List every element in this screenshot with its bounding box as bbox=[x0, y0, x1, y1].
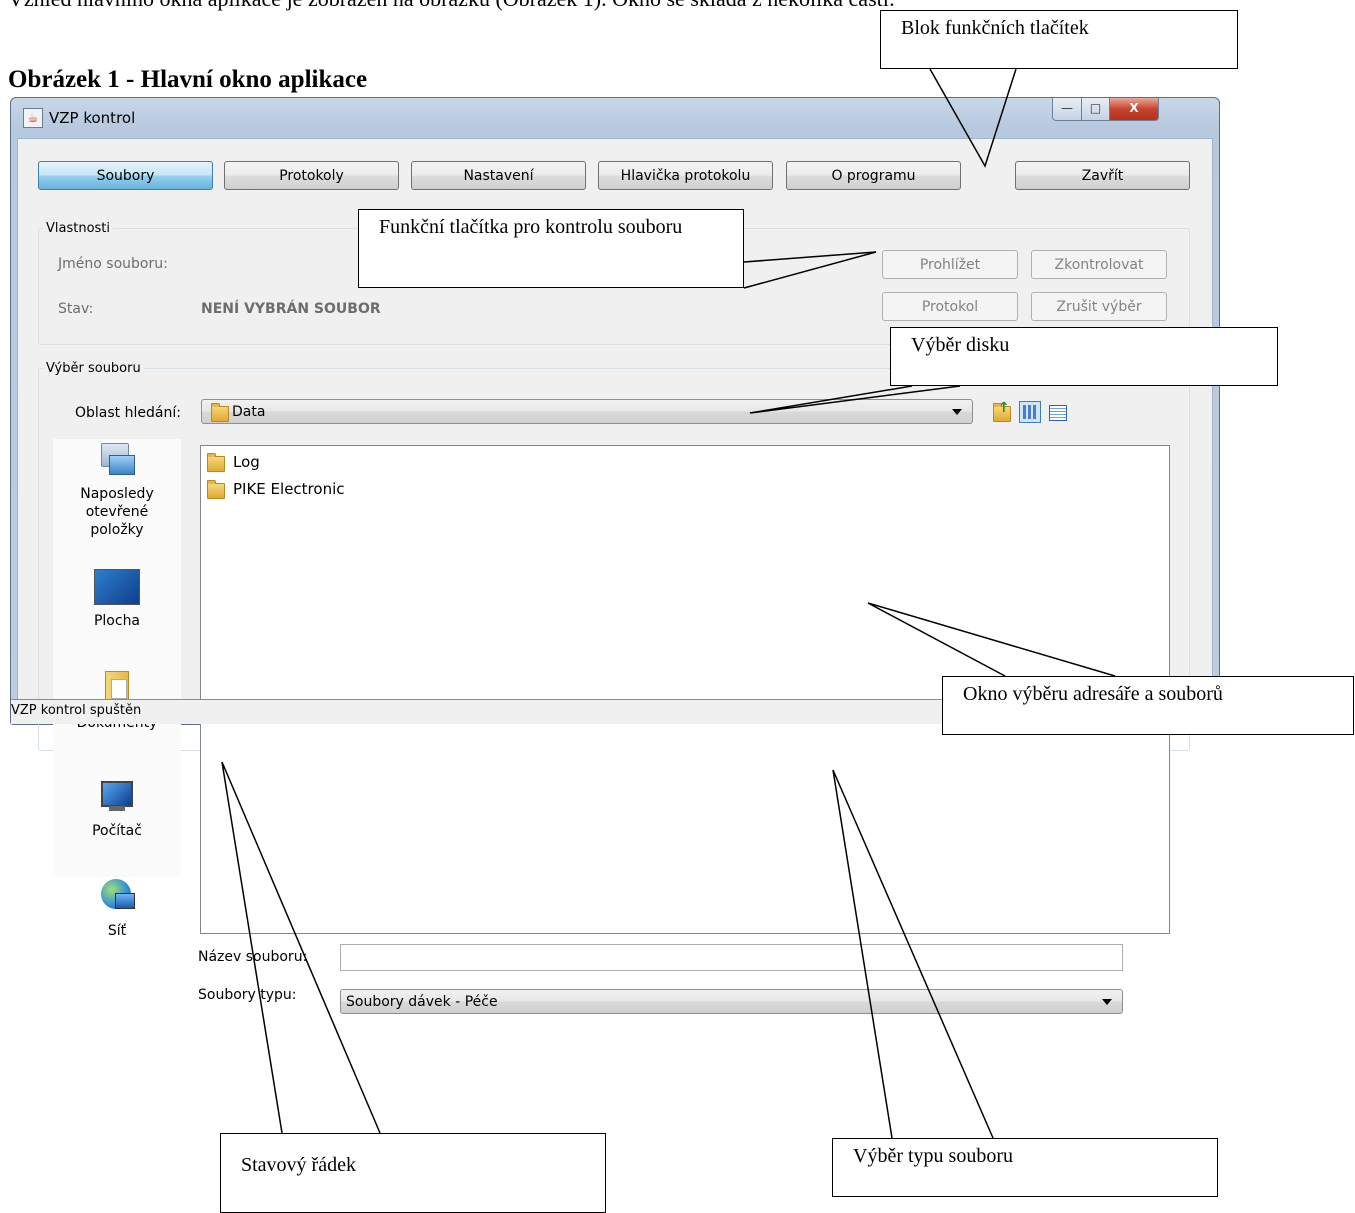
callout-pointers bbox=[221, 68, 1116, 1139]
pointer-dir-window bbox=[867, 602, 1116, 677]
pointer-check-buttons bbox=[743, 251, 877, 289]
pointer-file-type bbox=[832, 769, 994, 1139]
pointer-function-block bbox=[929, 68, 1017, 168]
pointer-disk-select bbox=[749, 385, 961, 414]
pointer-status-line bbox=[221, 761, 381, 1134]
